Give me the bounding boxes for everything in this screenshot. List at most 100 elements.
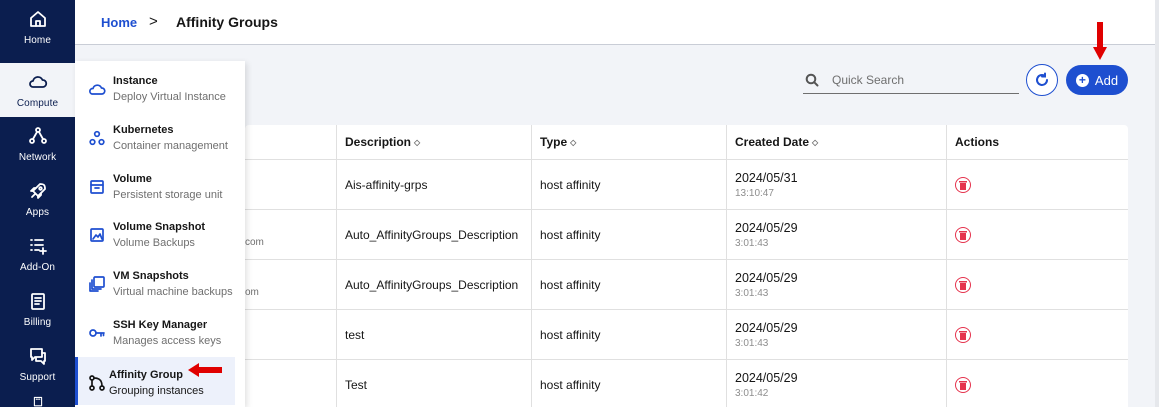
rail-item-add-on[interactable]: Add-On xyxy=(0,227,75,281)
breadcrumb-home-link[interactable]: Home xyxy=(101,15,137,30)
menu-item-subtitle: Grouping instances xyxy=(109,385,204,397)
column-header-type[interactable]: Type ◇ xyxy=(532,125,727,160)
rail-item-apps[interactable]: Apps xyxy=(0,172,75,226)
refresh-button[interactable] xyxy=(1026,64,1058,96)
menu-item-title: Instance xyxy=(113,75,158,87)
page-title: Affinity Groups xyxy=(176,14,278,30)
menu-item-volume[interactable]: Volume Persistent storage unit xyxy=(75,161,245,209)
type-cell: host affinity xyxy=(532,310,727,360)
description-cell: Auto_AffinityGroups_Description xyxy=(337,210,532,260)
rail-item-home[interactable]: Home xyxy=(0,0,75,54)
chat-icon xyxy=(29,347,46,365)
search-icon xyxy=(805,73,819,86)
menu-item-ssh-key-manager[interactable]: SSH Key Manager Manages access keys xyxy=(75,307,245,355)
column-header-label: Actions xyxy=(955,135,1000,149)
sort-icon: ◇ xyxy=(812,137,819,147)
table-row[interactable]: om Auto_AffinityGroups_Description host … xyxy=(245,260,1128,310)
table-row[interactable]: Test host affinity 2024/05/29 3:01:42 xyxy=(245,360,1128,407)
affinity-group-icon xyxy=(89,375,105,391)
rail-item-network[interactable]: Network xyxy=(0,117,75,171)
actions-cell xyxy=(947,160,1128,210)
rail-item-label: Home xyxy=(23,34,52,46)
page-scrollbar[interactable] xyxy=(1155,0,1159,407)
rail-item-more[interactable] xyxy=(0,390,75,407)
sort-icon: ◇ xyxy=(570,137,577,147)
created-date: 2024/05/31 xyxy=(735,171,798,185)
column-header-label: Created Date xyxy=(735,135,810,149)
delete-icon[interactable] xyxy=(955,327,971,343)
rail-item-label: Network xyxy=(18,151,57,163)
rail-item-support[interactable]: Support xyxy=(0,337,75,391)
sort-icon: ◇ xyxy=(414,137,421,147)
menu-item-subtitle: Persistent storage unit xyxy=(113,189,223,201)
menu-item-title: Affinity Group xyxy=(109,369,183,381)
rail-item-compute[interactable]: Compute xyxy=(0,63,75,117)
name-fragment: com xyxy=(245,237,264,248)
table-row[interactable]: Ais-affinity-grps host affinity 2024/05/… xyxy=(245,160,1128,210)
name-cell xyxy=(245,360,337,407)
building-icon xyxy=(33,396,42,407)
column-header-actions: Actions xyxy=(947,125,1128,160)
menu-item-kubernetes[interactable]: Kubernetes Container management xyxy=(75,112,245,160)
network-icon xyxy=(28,126,47,144)
kubernetes-icon xyxy=(89,130,105,146)
column-header-created-date[interactable]: Created Date ◇ xyxy=(727,125,947,160)
created-date: 2024/05/29 xyxy=(735,321,798,335)
top-header: Home > Affinity Groups xyxy=(75,0,1159,45)
add-button[interactable]: + Add xyxy=(1066,65,1128,95)
key-icon xyxy=(89,329,105,337)
cloud-icon xyxy=(28,75,47,88)
name-fragment: om xyxy=(245,287,259,298)
rail-item-billing[interactable]: Billing xyxy=(0,282,75,336)
menu-item-subtitle: Deploy Virtual Instance xyxy=(113,91,226,103)
search-input[interactable] xyxy=(832,72,1012,87)
menu-item-subtitle: Manages access keys xyxy=(113,335,222,347)
annotation-arrow-down-icon xyxy=(1093,22,1107,60)
name-cell: com xyxy=(245,210,337,260)
name-cell: om xyxy=(245,260,337,310)
compute-menu: Instance Deploy Virtual Instance Kuberne… xyxy=(75,61,245,407)
rail-item-label: Support xyxy=(19,371,56,383)
left-nav-rail: Home Compute Network Apps Add-On Billing… xyxy=(0,0,75,407)
menu-item-title: SSH Key Manager xyxy=(113,319,208,331)
description-cell: test xyxy=(337,310,532,360)
delete-icon[interactable] xyxy=(955,377,971,393)
delete-icon[interactable] xyxy=(955,227,971,243)
menu-item-title: VM Snapshots xyxy=(113,270,189,282)
column-header-description[interactable]: Description ◇ xyxy=(337,125,532,160)
volume-icon xyxy=(90,180,104,194)
description-cell: Test xyxy=(337,360,532,407)
name-cell xyxy=(245,160,337,210)
table-row[interactable]: com Auto_AffinityGroups_Description host… xyxy=(245,210,1128,260)
menu-item-title: Kubernetes xyxy=(113,124,174,136)
delete-icon[interactable] xyxy=(955,177,971,193)
rail-item-label: Billing xyxy=(23,316,52,328)
menu-item-instance[interactable]: Instance Deploy Virtual Instance xyxy=(75,63,245,111)
column-header-label: Type xyxy=(540,135,568,149)
rail-item-label: Apps xyxy=(25,206,50,218)
cloud-icon xyxy=(89,84,106,95)
created-date-cell: 2024/05/31 13:10:47 xyxy=(727,160,947,210)
table-row[interactable]: test host affinity 2024/05/29 3:01:43 xyxy=(245,310,1128,360)
created-date: 2024/05/29 xyxy=(735,221,798,235)
add-button-label: Add xyxy=(1094,72,1119,88)
menu-item-volume-snapshot[interactable]: Volume Snapshot Volume Backups xyxy=(75,209,245,257)
created-time: 13:10:47 xyxy=(735,188,774,199)
type-cell: host affinity xyxy=(532,260,727,310)
created-date-cell: 2024/05/29 3:01:43 xyxy=(727,210,947,260)
created-time: 3:01:42 xyxy=(735,388,769,399)
plus-circle-icon: + xyxy=(1075,73,1089,87)
delete-icon[interactable] xyxy=(955,277,971,293)
menu-item-vm-snapshots[interactable]: VM Snapshots Virtual machine backups xyxy=(75,258,245,306)
column-header-name xyxy=(245,125,337,160)
actions-cell xyxy=(947,210,1128,260)
name-cell xyxy=(245,310,337,360)
rail-item-label: Add-On xyxy=(19,261,56,273)
created-date-cell: 2024/05/29 3:01:43 xyxy=(727,310,947,360)
quick-search xyxy=(803,66,1019,94)
snapshot-icon xyxy=(90,228,104,242)
refresh-icon xyxy=(1036,72,1048,86)
billing-icon xyxy=(30,292,45,310)
vm-snapshot-icon xyxy=(89,276,105,292)
home-icon xyxy=(29,10,46,27)
